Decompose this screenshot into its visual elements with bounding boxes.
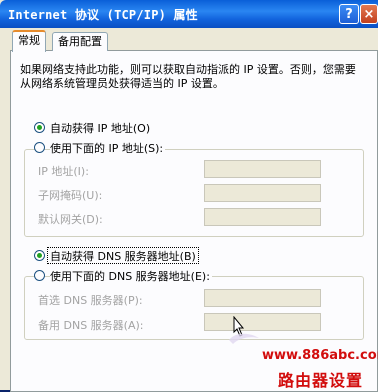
- alternate-dns-field[interactable]: [204, 313, 321, 331]
- intro-text: 如果网络支持此功能，则可以获取自动指派的 IP 设置。否则，您需要从网络系统管理…: [20, 63, 356, 90]
- manual-ip-label[interactable]: 使用下面的 IP 地址(S):: [50, 140, 166, 156]
- tcpip-properties-dialog: Internet 协议 (TCP/IP) 属性 ? × 常规 备用配置 如果网络…: [0, 0, 378, 392]
- window-title: Internet 协议 (TCP/IP) 属性: [8, 8, 198, 22]
- auto-dns-label[interactable]: 自动获得 DNS 服务器地址(B): [50, 248, 196, 264]
- auto-ip-radio[interactable]: [34, 122, 45, 133]
- alternate-dns-label: 备用 DNS 服务器(A):: [38, 319, 144, 332]
- tab-general[interactable]: 常规: [12, 30, 46, 52]
- default-gateway-field[interactable]: [204, 208, 321, 226]
- subnet-mask-field[interactable]: [204, 184, 321, 202]
- manual-ip-radio[interactable]: [34, 142, 45, 153]
- preferred-dns-field[interactable]: [204, 289, 321, 307]
- watermark-caption: 路由器设置: [278, 371, 364, 390]
- title-bar[interactable]: Internet 协议 (TCP/IP) 属性 ? ×: [0, 0, 378, 28]
- default-gateway-label: 默认网关(D):: [38, 213, 103, 226]
- tab-alternate-config[interactable]: 备用配置: [52, 32, 108, 51]
- close-button[interactable]: ×: [360, 4, 378, 24]
- manual-dns-radio[interactable]: [34, 270, 45, 281]
- ip-address-label: IP 地址(I):: [38, 165, 89, 178]
- watermark-url: www.886abc.com: [262, 348, 378, 363]
- ip-address-field[interactable]: [204, 160, 321, 178]
- subnet-mask-label: 子网掩码(U):: [38, 189, 103, 202]
- watermark-swirl-icon: [229, 333, 259, 344]
- auto-dns-radio[interactable]: [34, 250, 45, 261]
- manual-dns-label[interactable]: 使用下面的 DNS 服务器地址(E):: [50, 268, 212, 284]
- help-button[interactable]: ?: [339, 4, 359, 24]
- preferred-dns-label: 首选 DNS 服务器(P):: [38, 294, 143, 307]
- auto-ip-label[interactable]: 自动获得 IP 地址(O): [50, 120, 150, 136]
